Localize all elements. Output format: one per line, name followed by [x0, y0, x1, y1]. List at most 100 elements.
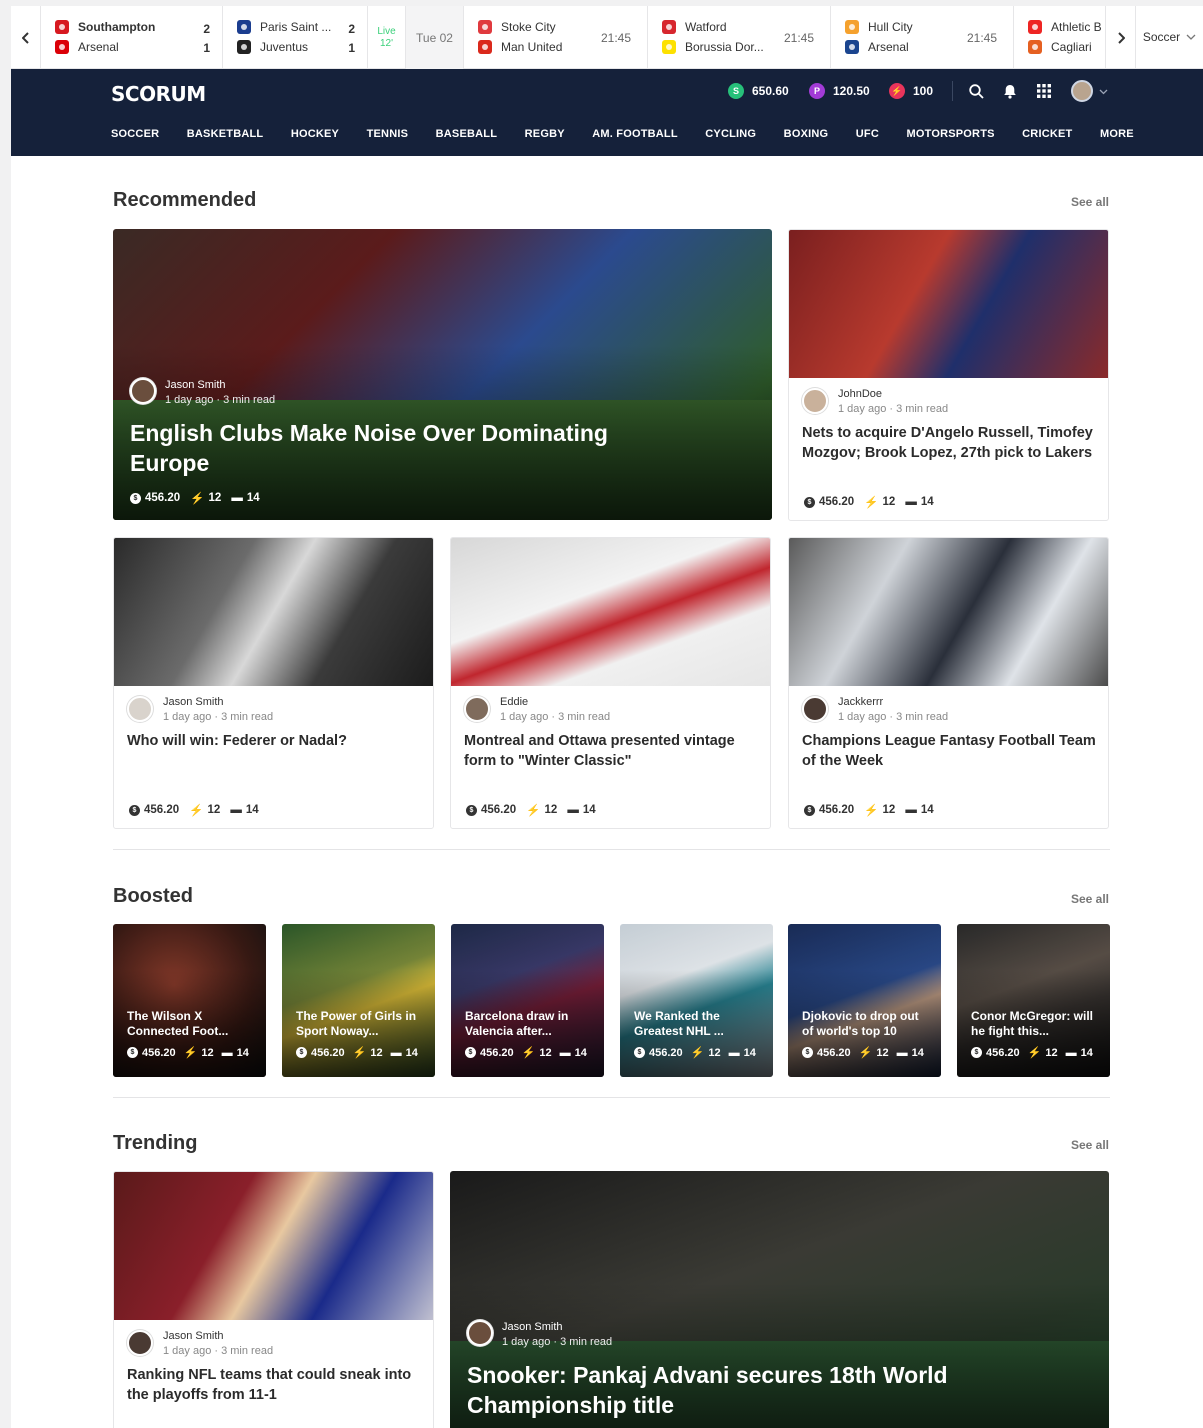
- comments-stat[interactable]: ▬ 14: [729, 1047, 756, 1059]
- article-title[interactable]: Snooker: Pankaj Advani secures 18th Worl…: [467, 1360, 1007, 1420]
- balance-sp[interactable]: P 120.50: [809, 83, 870, 99]
- article-card[interactable]: Jason Smith 1 day ago · 3 min read Who w…: [113, 537, 434, 829]
- author-name[interactable]: Jackkerrr: [838, 696, 883, 708]
- sp-coin-icon: P: [809, 83, 825, 99]
- ticker-match[interactable]: Southampton Arsenal 2 1: [41, 6, 223, 69]
- votes-stat[interactable]: ⚡ 12: [190, 491, 221, 505]
- votes-stat[interactable]: ⚡ 12: [859, 1046, 889, 1060]
- apps-button[interactable]: [1035, 82, 1053, 100]
- author-avatar[interactable]: [130, 378, 156, 404]
- nav-item-ufc[interactable]: UFC: [856, 128, 879, 140]
- logo[interactable]: SCORUM: [111, 82, 206, 106]
- article-title[interactable]: Nets to acquire D'Angelo Russell, Timofe…: [802, 423, 1097, 463]
- ticker-match[interactable]: Paris Saint ... Juventus 2 1: [223, 6, 368, 69]
- author-name[interactable]: Jason Smith: [163, 696, 224, 708]
- votes-stat[interactable]: ⚡ 12: [864, 803, 895, 817]
- votes-stat[interactable]: ⚡ 12: [189, 803, 220, 817]
- chevron-down-icon[interactable]: [1099, 89, 1108, 95]
- nav-item-cycling[interactable]: CYCLING: [705, 128, 756, 140]
- away-team: Arsenal: [78, 40, 119, 54]
- nav-item-cricket[interactable]: CRICKET: [1022, 128, 1072, 140]
- ticker-match[interactable]: Stoke City Man United 21:45: [464, 6, 648, 69]
- article-title[interactable]: English Clubs Make Noise Over Dominating…: [130, 418, 650, 478]
- boosted-card[interactable]: Djokovic to drop out of world's top 10 $…: [788, 924, 941, 1077]
- nav-item-hockey[interactable]: HOCKEY: [291, 128, 339, 140]
- author-avatar[interactable]: [127, 1330, 153, 1356]
- notifications-button[interactable]: [1001, 82, 1019, 100]
- nav-item-basketball[interactable]: BASKETBALL: [187, 128, 264, 140]
- author-name[interactable]: Jason Smith: [502, 1321, 563, 1333]
- ticker-match[interactable]: Watford Borussia Dor... 21:45: [648, 6, 831, 69]
- votes-stat[interactable]: ⚡ 12: [1028, 1046, 1058, 1060]
- article-card[interactable]: Eddie 1 day ago · 3 min read Montreal an…: [450, 537, 771, 829]
- nav-item-boxing[interactable]: BOXING: [784, 128, 829, 140]
- balance-energy[interactable]: ⚡ 100: [889, 83, 933, 99]
- comments-stat[interactable]: ▬ 14: [222, 1047, 249, 1059]
- comments-stat[interactable]: ▬ 14: [391, 1047, 418, 1059]
- article-title[interactable]: Who will win: Federer or Nadal?: [127, 731, 422, 751]
- comments-stat[interactable]: ▬ 14: [230, 804, 258, 816]
- see-all-recommended-link[interactable]: See all: [1071, 195, 1109, 209]
- ticker-prev-button[interactable]: [11, 6, 41, 69]
- author-name[interactable]: Eddie: [500, 696, 528, 708]
- comments-stat[interactable]: ▬ 14: [560, 1047, 587, 1059]
- grid-icon: [1037, 84, 1051, 98]
- see-all-trending-link[interactable]: See all: [1071, 1138, 1109, 1152]
- author-name[interactable]: Jason Smith: [163, 1330, 224, 1342]
- votes-stat[interactable]: ⚡ 12: [864, 495, 895, 509]
- author-avatar[interactable]: [802, 388, 828, 414]
- boosted-title: Barcelona draw in Valencia after...: [465, 1009, 569, 1038]
- author-avatar[interactable]: [467, 1320, 493, 1346]
- nav-item-tennis[interactable]: TENNIS: [367, 128, 409, 140]
- article-card[interactable]: JohnDoe 1 day ago · 3 min read Nets to a…: [788, 229, 1109, 521]
- votes-stat[interactable]: ⚡ 12: [184, 1046, 214, 1060]
- author-name[interactable]: Jason Smith: [165, 379, 226, 391]
- nav-item-am-football[interactable]: AM. FOOTBALL: [592, 128, 678, 140]
- see-all-boosted-link[interactable]: See all: [1071, 892, 1109, 906]
- comments-stat[interactable]: ▬ 14: [1066, 1047, 1093, 1059]
- article-title[interactable]: Champions League Fantasy Football Team o…: [802, 731, 1097, 771]
- nav-item-baseball[interactable]: BASEBALL: [436, 128, 498, 140]
- boosted-card[interactable]: Conor McGregor: will he fight this... $4…: [957, 924, 1110, 1077]
- comments-stat[interactable]: ▬ 14: [567, 804, 595, 816]
- article-card[interactable]: Jason Smith 1 day ago · 3 min read Ranki…: [113, 1171, 434, 1428]
- comments-stat[interactable]: ▬ 14: [897, 1047, 924, 1059]
- article-title[interactable]: Montreal and Ottawa presented vintage fo…: [464, 731, 759, 771]
- nav-item-more[interactable]: MORE: [1100, 128, 1134, 140]
- sport-select[interactable]: Soccer: [1136, 6, 1203, 68]
- votes-stat[interactable]: ⚡ 12: [691, 1046, 721, 1060]
- votes-stat[interactable]: ⚡ 12: [522, 1046, 552, 1060]
- boosted-card[interactable]: Barcelona draw in Valencia after... $456…: [451, 924, 604, 1077]
- ticker-match[interactable]: Hull City Arsenal 21:45: [831, 6, 1014, 69]
- comments-stat[interactable]: ▬ 14: [905, 804, 933, 816]
- author-avatar[interactable]: [802, 696, 828, 722]
- coin-icon: $: [465, 1047, 476, 1058]
- comment-icon: ▬: [231, 492, 243, 504]
- ticker-next-button[interactable]: [1106, 6, 1136, 69]
- author-avatar[interactable]: [464, 696, 490, 722]
- featured-article-card[interactable]: Jason Smith 1 day ago · 3 min read Snook…: [450, 1171, 1109, 1428]
- nav-item-motorsports[interactable]: MOTORSPORTS: [906, 128, 994, 140]
- search-button[interactable]: [967, 82, 985, 100]
- boosted-card[interactable]: We Ranked the Greatest NHL ... $456.20 ⚡…: [620, 924, 773, 1077]
- votes-stat[interactable]: ⚡ 12: [526, 803, 557, 817]
- article-card[interactable]: Jackkerrr 1 day ago · 3 min read Champio…: [788, 537, 1109, 829]
- author-name[interactable]: JohnDoe: [838, 388, 882, 400]
- coin-icon: $: [296, 1047, 307, 1058]
- comments-stat[interactable]: ▬ 14: [231, 492, 259, 504]
- payout-stat: $456.20: [129, 804, 179, 816]
- nav-item-soccer[interactable]: SOCCER: [111, 128, 159, 140]
- balance-scr[interactable]: S 650.60: [728, 83, 789, 99]
- article-title[interactable]: Ranking NFL teams that could sneak into …: [127, 1365, 422, 1405]
- ticker-match[interactable]: Athletic B Cagliari: [1014, 6, 1106, 69]
- user-avatar[interactable]: [1071, 80, 1093, 102]
- boosted-card[interactable]: The Power of Girls in Sport Noway... $45…: [282, 924, 435, 1077]
- votes-stat[interactable]: ⚡ 12: [353, 1046, 383, 1060]
- featured-article-card[interactable]: Jason Smith 1 day ago · 3 min read Engli…: [113, 229, 772, 520]
- nav-item-regby[interactable]: REGBY: [525, 128, 565, 140]
- scr-coin-icon: S: [728, 83, 744, 99]
- match-time: 21:45: [600, 31, 631, 45]
- comments-stat[interactable]: ▬ 14: [905, 496, 933, 508]
- author-avatar[interactable]: [127, 696, 153, 722]
- boosted-card[interactable]: The Wilson X Connected Foot... $456.20 ⚡…: [113, 924, 266, 1077]
